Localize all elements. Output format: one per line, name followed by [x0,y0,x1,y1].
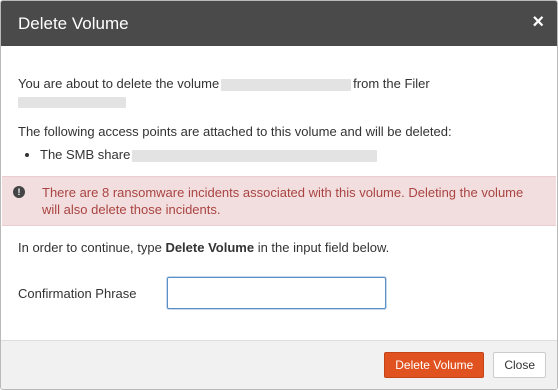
instruction-suffix: in the input field below. [257,240,390,255]
redacted-share-name [132,149,378,162]
access-point-label: The SMB share [40,147,131,162]
ransomware-alert: ! There are 8 ransomware incidents assoc… [2,176,556,226]
access-points-list: The SMB share [18,146,540,164]
instruction-phrase: Delete Volume [165,240,255,255]
confirmation-row: Confirmation Phrase [18,277,540,309]
instruction-text: In order to continue, type Delete Volume… [18,240,540,255]
dialog-body: You are about to delete the volume from t… [1,74,557,309]
redacted-filer-name [18,97,126,108]
close-button[interactable]: Close [493,352,546,378]
redacted-volume-name [221,78,352,91]
close-icon[interactable]: × [532,12,544,32]
instruction-prefix: In order to continue, type [18,240,162,255]
exclamation-circle-icon: ! [13,186,25,198]
dialog-title: Delete Volume [18,13,129,33]
intro-middle: from the Filer [353,76,430,91]
intro-text: You are about to delete the volume from t… [18,74,540,108]
alert-text: There are 8 ransomware incidents associa… [42,185,524,217]
access-points-text: The following access points are attached… [18,124,452,139]
confirmation-label: Confirmation Phrase [18,285,137,301]
delete-volume-dialog: Delete Volume × You are about to delete … [0,0,558,390]
dialog-footer: Delete Volume Close [1,340,557,389]
list-item: The SMB share [40,146,540,164]
dialog-header: Delete Volume × [1,1,557,46]
confirmation-phrase-input[interactable] [167,277,386,309]
delete-volume-button[interactable]: Delete Volume [384,352,485,378]
intro-prefix: You are about to delete the volume [18,76,220,91]
